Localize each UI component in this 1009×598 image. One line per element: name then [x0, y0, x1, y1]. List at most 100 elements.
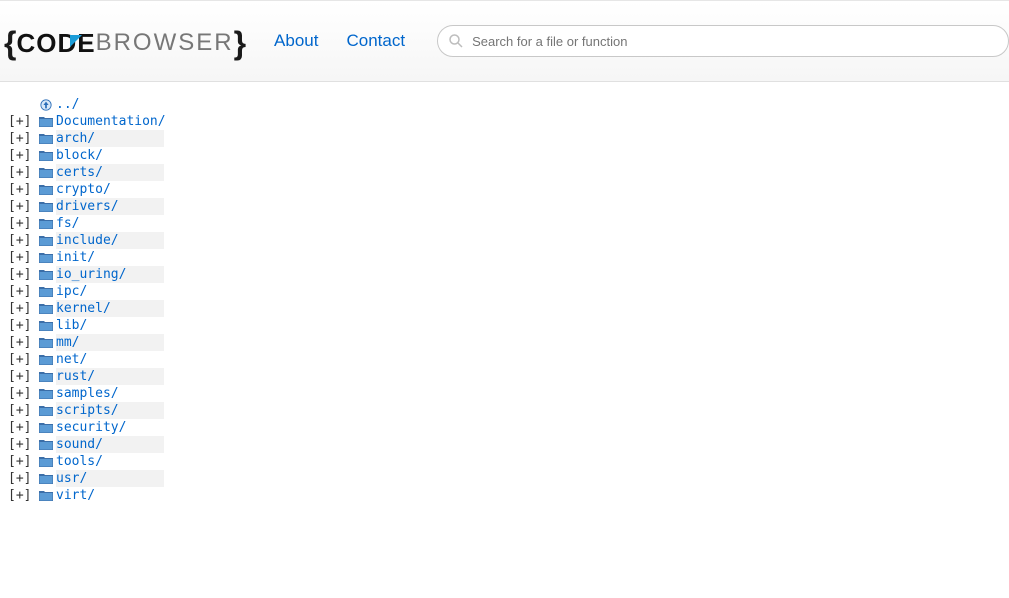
site-logo[interactable]: { CODE BROWSER }: [4, 21, 246, 62]
search-icon: [448, 33, 464, 49]
directory-link[interactable]: certs/: [56, 165, 103, 180]
up-arrow-icon: [36, 99, 56, 111]
expander-button[interactable]: [+]: [8, 487, 36, 504]
directory-row: [+] virt/: [8, 487, 1001, 504]
expander-button[interactable]: [+]: [8, 300, 36, 317]
logo-code: CODE: [16, 28, 95, 59]
expander-button[interactable]: [+]: [8, 436, 36, 453]
expander-button[interactable]: [+]: [8, 283, 36, 300]
expander-button[interactable]: [+]: [8, 130, 36, 147]
folder-icon: [36, 371, 56, 383]
directory-link[interactable]: init/: [56, 250, 95, 265]
folder-icon: [36, 269, 56, 281]
parent-link[interactable]: ../: [56, 97, 79, 112]
directory-link[interactable]: include/: [56, 233, 119, 248]
folder-icon: [36, 422, 56, 434]
directory-link[interactable]: fs/: [56, 216, 79, 231]
expander-button[interactable]: [+]: [8, 198, 36, 215]
directory-row: [+] include/: [8, 232, 1001, 249]
directory-row: [+] ipc/: [8, 283, 1001, 300]
directory-link[interactable]: security/: [56, 420, 126, 435]
expander-button[interactable]: [+]: [8, 351, 36, 368]
directory-row: [+] security/: [8, 419, 1001, 436]
folder-icon: [36, 218, 56, 230]
expander-button[interactable]: [+]: [8, 266, 36, 283]
directory-link[interactable]: rust/: [56, 369, 95, 384]
directory-link[interactable]: kernel/: [56, 301, 111, 316]
directory-row: [+] io_uring/: [8, 266, 1001, 283]
directory-link[interactable]: net/: [56, 352, 87, 367]
directory-row: [+] rust/: [8, 368, 1001, 385]
directory-link[interactable]: drivers/: [56, 199, 119, 214]
directory-row: [+] block/: [8, 147, 1001, 164]
directory-link[interactable]: mm/: [56, 335, 79, 350]
expander-button[interactable]: [+]: [8, 215, 36, 232]
folder-icon: [36, 388, 56, 400]
directory-row: [+] init/: [8, 249, 1001, 266]
search-input[interactable]: [472, 34, 998, 49]
directory-link[interactable]: tools/: [56, 454, 103, 469]
directory-row: [+] certs/: [8, 164, 1001, 181]
expander-button[interactable]: [+]: [8, 249, 36, 266]
expander-button[interactable]: [+]: [8, 385, 36, 402]
top-nav: About Contact: [274, 31, 405, 51]
expander-button[interactable]: [+]: [8, 419, 36, 436]
directory-link[interactable]: block/: [56, 148, 103, 163]
nav-contact[interactable]: Contact: [346, 31, 405, 51]
directory-row: [+] fs/: [8, 215, 1001, 232]
folder-icon: [36, 116, 56, 128]
folder-icon: [36, 252, 56, 264]
directory-row: [+] crypto/: [8, 181, 1001, 198]
folder-icon: [36, 473, 56, 485]
folder-icon: [36, 456, 56, 468]
directory-link[interactable]: arch/: [56, 131, 95, 146]
directory-link[interactable]: lib/: [56, 318, 87, 333]
directory-link[interactable]: Documentation/: [56, 114, 166, 129]
expander-button[interactable]: [+]: [8, 317, 36, 334]
directory-link[interactable]: sound/: [56, 437, 103, 452]
directory-row: [+] drivers/: [8, 198, 1001, 215]
folder-icon: [36, 354, 56, 366]
folder-icon: [36, 167, 56, 179]
logo-brace-right: }: [234, 25, 246, 62]
directory-link[interactable]: crypto/: [56, 182, 111, 197]
directory-link[interactable]: virt/: [56, 488, 95, 503]
directory-row: [+] scripts/: [8, 402, 1001, 419]
parent-row: ../: [8, 96, 1001, 113]
folder-icon: [36, 286, 56, 298]
directory-link[interactable]: scripts/: [56, 403, 119, 418]
directory-listing: ../ [+]Documentation/[+]arch/[+]block/[+…: [0, 82, 1009, 518]
expander-button[interactable]: [+]: [8, 113, 36, 130]
folder-icon: [36, 133, 56, 145]
expander-button[interactable]: [+]: [8, 334, 36, 351]
expander-button[interactable]: [+]: [8, 453, 36, 470]
folder-icon: [36, 235, 56, 247]
expander-button[interactable]: [+]: [8, 181, 36, 198]
expander-button[interactable]: [+]: [8, 147, 36, 164]
expander-button[interactable]: [+]: [8, 232, 36, 249]
expander-button[interactable]: [+]: [8, 402, 36, 419]
directory-row: [+] sound/: [8, 436, 1001, 453]
directory-row: [+] net/: [8, 351, 1001, 368]
directory-row: [+] tools/: [8, 453, 1001, 470]
directory-link[interactable]: usr/: [56, 471, 87, 486]
directory-link[interactable]: samples/: [56, 386, 119, 401]
expander-button[interactable]: [+]: [8, 368, 36, 385]
expander-button[interactable]: [+]: [8, 164, 36, 181]
folder-icon: [36, 337, 56, 349]
directory-row: [+] usr/: [8, 470, 1001, 487]
directory-row: [+] kernel/: [8, 300, 1001, 317]
directory-row: [+] lib/: [8, 317, 1001, 334]
logo-brace-left: {: [4, 25, 16, 62]
folder-icon: [36, 490, 56, 502]
folder-icon: [36, 201, 56, 213]
folder-icon: [36, 150, 56, 162]
directory-row: [+] Documentation/: [8, 113, 1001, 130]
expander-button[interactable]: [+]: [8, 470, 36, 487]
folder-icon: [36, 320, 56, 332]
directory-link[interactable]: ipc/: [56, 284, 87, 299]
nav-about[interactable]: About: [274, 31, 318, 51]
search-box[interactable]: [437, 25, 1009, 57]
logo-browser: BROWSER: [96, 29, 234, 57]
directory-link[interactable]: io_uring/: [56, 267, 126, 282]
